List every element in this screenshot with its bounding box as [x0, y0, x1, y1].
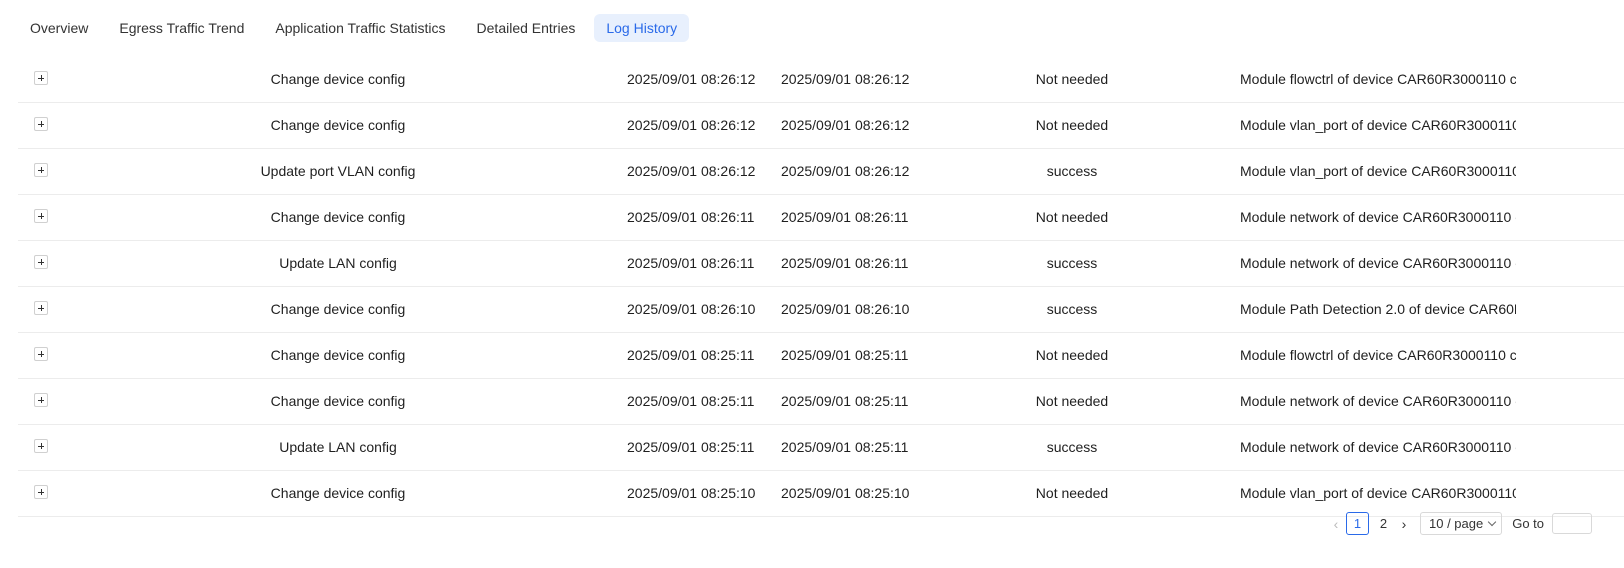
cell-action: Change device config [270, 301, 406, 317]
cell-start-time: 2025/09/01 08:26:12 [627, 163, 756, 179]
cell-result: success [1046, 255, 1098, 271]
cell-end-time: 2025/09/01 08:26:12 [781, 71, 910, 87]
cell-action: Change device config [270, 117, 406, 133]
tab-log-history[interactable]: Log History [594, 14, 690, 42]
page-size-label: 10 / page [1429, 516, 1484, 531]
table-row: Change device config 2025/09/01 08:26:10… [18, 287, 1624, 333]
expand-row-button[interactable] [34, 301, 48, 315]
cell-action: Change device config [270, 209, 406, 225]
cell-end-time: 2025/09/01 08:25:10 [781, 485, 910, 501]
log-history-table: Change device config 2025/09/01 08:26:12… [18, 57, 1624, 517]
cell-end-time: 2025/09/01 08:26:11 [781, 255, 909, 271]
expand-row-button[interactable] [34, 393, 48, 407]
cell-action: Change device config [270, 71, 406, 87]
tab-egress-traffic-trend[interactable]: Egress Traffic Trend [107, 14, 256, 42]
cell-description: Module network of device CAR60R3000110 c… [1240, 209, 1516, 225]
chevron-left-icon[interactable]: ‹ [1328, 512, 1344, 535]
expand-row-button[interactable] [34, 485, 48, 499]
cell-result: Not needed [1035, 393, 1109, 409]
cell-result: success [1046, 301, 1098, 317]
goto-page-input[interactable] [1552, 513, 1593, 534]
cell-description: Module network of device CAR60R3000110 c… [1240, 439, 1516, 455]
table-row: Change device config 2025/09/01 08:25:11… [18, 333, 1624, 379]
cell-end-time: 2025/09/01 08:26:12 [781, 117, 910, 133]
cell-end-time: 2025/09/01 08:25:11 [781, 347, 909, 363]
table-row: Change device config 2025/09/01 08:26:12… [18, 103, 1624, 149]
page-size-select[interactable]: 10 / page [1420, 512, 1503, 535]
expand-row-button[interactable] [34, 117, 48, 131]
chevron-right-icon[interactable]: › [1396, 512, 1412, 535]
table-row: Update port VLAN config 2025/09/01 08:26… [18, 149, 1624, 195]
table-row: Change device config 2025/09/01 08:26:12… [18, 57, 1624, 103]
cell-description: Module vlan_port of device CAR60R3000110… [1240, 485, 1516, 501]
cell-result: Not needed [1035, 347, 1109, 363]
cell-result: Not needed [1035, 485, 1109, 501]
cell-start-time: 2025/09/01 08:26:10 [627, 301, 756, 317]
table-row: Update LAN config 2025/09/01 08:25:11 20… [18, 425, 1624, 471]
expand-row-button[interactable] [34, 439, 48, 453]
cell-description: Module Path Detection 2.0 of device CAR6… [1240, 301, 1516, 317]
cell-action: Update port VLAN config [260, 163, 416, 179]
cell-result: Not needed [1035, 209, 1109, 225]
table-row: Change device config 2025/09/01 08:25:10… [18, 471, 1624, 517]
table-row: Update LAN config 2025/09/01 08:26:11 20… [18, 241, 1624, 287]
cell-result: Not needed [1035, 71, 1109, 87]
goto-label: Go to [1512, 516, 1545, 531]
cell-start-time: 2025/09/01 08:25:11 [627, 347, 755, 363]
cell-result: Not needed [1035, 117, 1109, 133]
expand-row-button[interactable] [34, 163, 48, 177]
table-row: Change device config 2025/09/01 08:26:11… [18, 195, 1624, 241]
cell-end-time: 2025/09/01 08:26:11 [781, 209, 909, 225]
expand-row-button[interactable] [34, 71, 48, 85]
cell-end-time: 2025/09/01 08:25:11 [781, 393, 909, 409]
cell-description: Module vlan_port of device CAR60R3000110… [1240, 117, 1516, 133]
expand-row-button[interactable] [34, 209, 48, 223]
cell-end-time: 2025/09/01 08:26:12 [781, 163, 910, 179]
cell-action: Change device config [270, 485, 406, 501]
cell-start-time: 2025/09/01 08:26:12 [627, 117, 756, 133]
tab-application-traffic-statistics[interactable]: Application Traffic Statistics [263, 14, 457, 42]
page-2-button[interactable]: 2 [1373, 513, 1394, 534]
tab-overview[interactable]: Overview [18, 14, 100, 42]
cell-action: Change device config [270, 347, 406, 363]
cell-start-time: 2025/09/01 08:25:10 [627, 485, 756, 501]
cell-action: Update LAN config [279, 439, 397, 455]
chevron-down-icon [1487, 517, 1497, 526]
cell-result: success [1046, 439, 1098, 455]
cell-description: Module network of device CAR60R3000110 c… [1240, 393, 1516, 409]
cell-description: Module vlan_port of device CAR60R3000110… [1240, 163, 1516, 179]
expand-row-button[interactable] [34, 347, 48, 361]
tab-bar: Overview Egress Traffic Trend Applicatio… [18, 13, 696, 43]
cell-start-time: 2025/09/01 08:25:11 [627, 439, 755, 455]
cell-end-time: 2025/09/01 08:26:10 [781, 301, 910, 317]
cell-description: Module flowctrl of device CAR60R3000110 … [1240, 347, 1516, 363]
pagination: ‹ 1 2 › 10 / page Go to [1328, 512, 1593, 535]
cell-start-time: 2025/09/01 08:26:12 [627, 71, 756, 87]
cell-start-time: 2025/09/01 08:26:11 [627, 209, 755, 225]
table-row: Change device config 2025/09/01 08:25:11… [18, 379, 1624, 425]
cell-start-time: 2025/09/01 08:25:11 [627, 393, 755, 409]
cell-end-time: 2025/09/01 08:25:11 [781, 439, 909, 455]
cell-description: Module flowctrl of device CAR60R3000110 … [1240, 71, 1516, 87]
tab-detailed-entries[interactable]: Detailed Entries [465, 14, 588, 42]
expand-row-button[interactable] [34, 255, 48, 269]
cell-action: Update LAN config [279, 255, 397, 271]
cell-start-time: 2025/09/01 08:26:11 [627, 255, 755, 271]
cell-result: success [1046, 163, 1098, 179]
cell-description: Module network of device CAR60R3000110 c… [1240, 255, 1516, 271]
cell-action: Change device config [270, 393, 406, 409]
page-1-button[interactable]: 1 [1346, 512, 1369, 535]
